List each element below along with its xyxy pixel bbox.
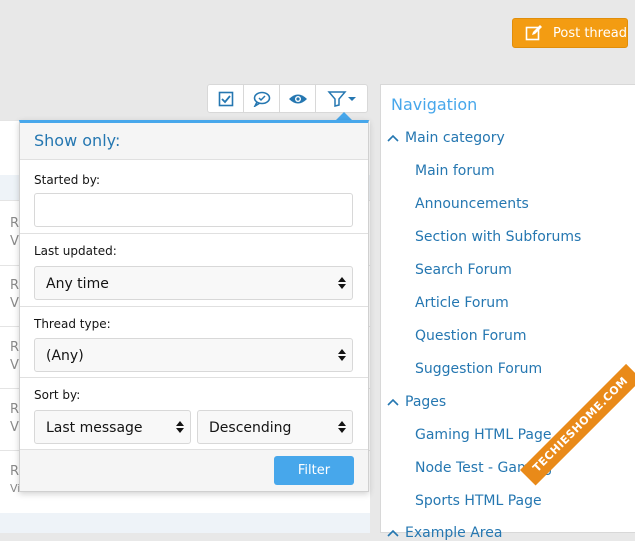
chevron-up-icon bbox=[387, 529, 399, 537]
sort-field-select[interactable]: Last message bbox=[34, 410, 191, 444]
list-fragment: R bbox=[10, 216, 20, 231]
nav-item-suggestion-forum[interactable]: Suggestion Forum bbox=[415, 361, 542, 377]
unanswered-button[interactable] bbox=[244, 85, 281, 112]
list-fragment: V bbox=[10, 420, 19, 435]
list-fragment: R bbox=[10, 464, 20, 479]
popup-arrow bbox=[336, 112, 352, 120]
thread-type-value: (Any) bbox=[46, 348, 84, 364]
sort-order-select[interactable]: Descending bbox=[197, 410, 353, 444]
started-by-input[interactable] bbox=[34, 193, 353, 227]
checkbox-icon bbox=[218, 91, 233, 106]
filter-popup: Show only: Started by: Last updated: Any… bbox=[19, 120, 369, 492]
select-arrows-icon bbox=[338, 421, 346, 433]
nav-category-label: Pages bbox=[405, 394, 447, 410]
list-fragment: R bbox=[10, 278, 20, 293]
nav-item-search-forum[interactable]: Search Forum bbox=[415, 262, 512, 278]
nav-category-label: Main category bbox=[405, 130, 505, 146]
started-by-label: Started by: bbox=[34, 173, 101, 187]
popup-title: Show only: bbox=[20, 123, 368, 160]
nav-item-question-forum[interactable]: Question Forum bbox=[415, 328, 526, 344]
navigation-title: Navigation bbox=[391, 95, 478, 114]
list-fragment: R bbox=[10, 402, 20, 417]
watched-button[interactable] bbox=[280, 85, 317, 112]
last-updated-select[interactable]: Any time bbox=[34, 266, 353, 300]
nav-item-announcements[interactable]: Announcements bbox=[415, 196, 529, 212]
popup-footer: Filter bbox=[20, 449, 368, 491]
select-arrows-icon bbox=[338, 277, 346, 289]
nav-item-section-subforums[interactable]: Section with Subforums bbox=[415, 229, 581, 245]
nav-item-gaming-html[interactable]: Gaming HTML Page bbox=[415, 427, 551, 443]
sort-field-value: Last message bbox=[46, 420, 143, 436]
nav-item-article-forum[interactable]: Article Forum bbox=[415, 295, 509, 311]
post-thread-button[interactable]: Post thread bbox=[512, 18, 628, 48]
last-updated-value: Any time bbox=[46, 276, 109, 292]
sort-by-section: Sort by: Last message Descending bbox=[20, 378, 368, 452]
sort-by-label: Sort by: bbox=[34, 388, 81, 402]
filters-button[interactable] bbox=[316, 85, 367, 112]
list-fragment: R bbox=[10, 340, 20, 355]
filter-button[interactable]: Filter bbox=[274, 456, 354, 485]
select-arrows-icon bbox=[176, 421, 184, 433]
started-by-section: Started by: bbox=[20, 160, 368, 234]
list-fragment: V bbox=[10, 296, 19, 311]
filter-icon bbox=[326, 90, 356, 107]
post-thread-label: Post thread bbox=[553, 25, 627, 41]
nav-category-label: Example Area bbox=[405, 525, 503, 541]
list-fragment: V bbox=[10, 358, 19, 373]
chevron-up-icon bbox=[387, 398, 399, 406]
select-arrows-icon bbox=[338, 349, 346, 361]
nav-category-example-area[interactable]: Example Area bbox=[387, 525, 502, 541]
eye-icon bbox=[288, 94, 307, 103]
nav-item-main-forum[interactable]: Main forum bbox=[415, 163, 495, 179]
sort-order-value: Descending bbox=[209, 420, 292, 436]
nav-category-pages[interactable]: Pages bbox=[387, 394, 446, 410]
thread-type-section: Thread type: (Any) bbox=[20, 307, 368, 378]
last-updated-label: Last updated: bbox=[34, 244, 117, 258]
nav-item-sports-html[interactable]: Sports HTML Page bbox=[415, 493, 542, 509]
thread-type-label: Thread type: bbox=[34, 317, 111, 331]
thread-list-toolbar bbox=[207, 84, 368, 113]
navigation-block: Navigation Main category Main forum Anno… bbox=[380, 84, 635, 541]
chevron-up-icon bbox=[387, 134, 399, 142]
comment-icon bbox=[253, 91, 270, 107]
select-threads-button[interactable] bbox=[208, 85, 245, 112]
pencil-square-icon bbox=[525, 25, 542, 41]
last-updated-section: Last updated: Any time bbox=[20, 234, 368, 307]
thread-type-select[interactable]: (Any) bbox=[34, 338, 353, 372]
nav-category-main[interactable]: Main category bbox=[387, 130, 505, 146]
list-fragment: V bbox=[10, 234, 19, 249]
